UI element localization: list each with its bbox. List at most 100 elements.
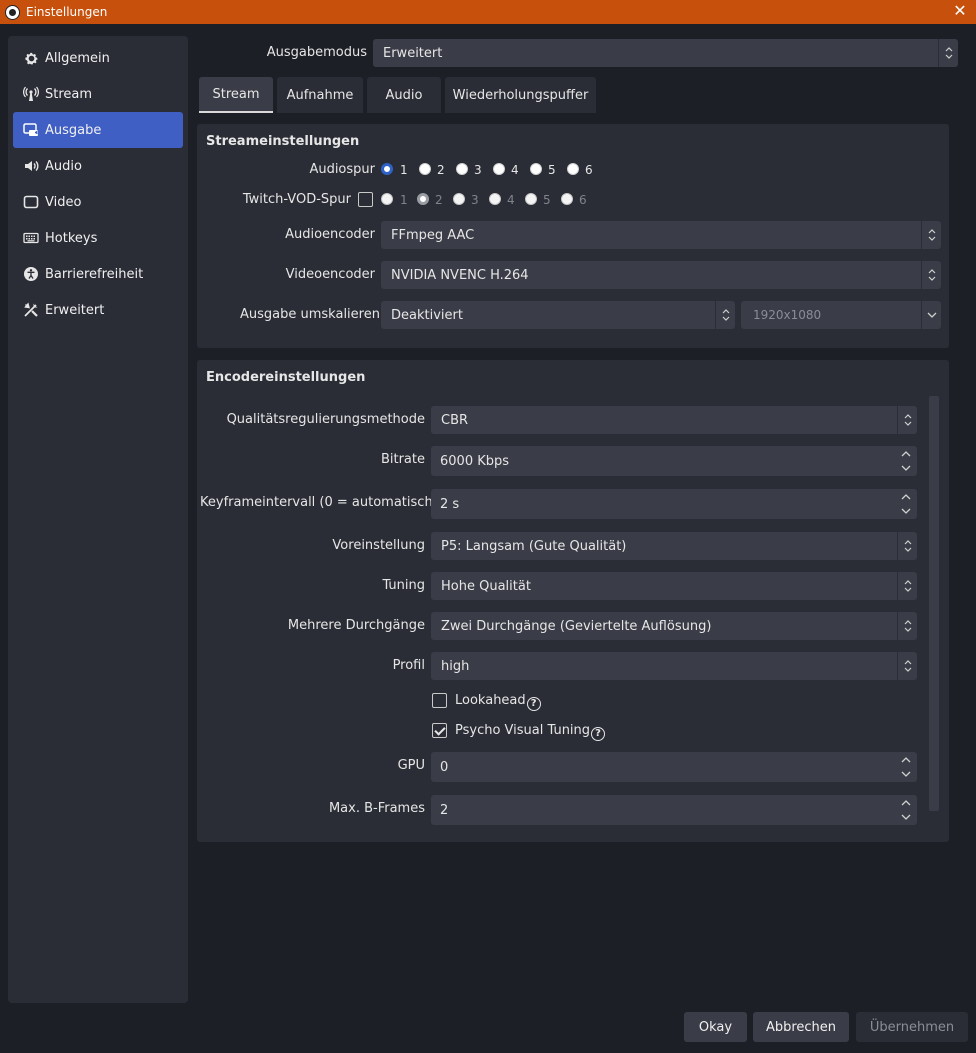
keyframe-spinbox[interactable]: 2 s [431, 489, 917, 519]
sidebar-item-stream[interactable]: Stream [13, 76, 183, 112]
cancel-label: Abbrechen [765, 1019, 837, 1035]
sidebar-item-label: Barrierefreiheit [45, 266, 144, 282]
ok-label: Okay [698, 1019, 733, 1035]
ok-button[interactable]: Okay [684, 1012, 747, 1042]
twitch-vod-radio-1[interactable] [381, 193, 393, 205]
cancel-button[interactable]: Abbrechen [753, 1012, 849, 1042]
rescale-select[interactable]: Deaktiviert [381, 301, 735, 329]
help-icon[interactable]: ? [526, 697, 541, 711]
gpu-spinbox[interactable]: 0 [431, 752, 917, 782]
speaker-icon [23, 158, 39, 174]
encoder-scrollbar[interactable] [929, 396, 939, 811]
updown-chevron-icon [921, 261, 941, 289]
audio-encoder-select[interactable]: FFmpeg AAC [381, 221, 941, 249]
tab-wiederholungspuffer[interactable]: Wiederholungspuffer [445, 77, 596, 113]
group-title: Encodereinstellungen [206, 370, 366, 385]
twitch-vod-label: Twitch-VOD-Spur [242, 192, 351, 207]
window-title: Einstellungen [26, 5, 108, 19]
tuning-value: Hohe Qualität [441, 578, 531, 594]
psycho-visual-checkbox[interactable] [432, 723, 447, 738]
twitch-vod-option: 2 [435, 193, 443, 207]
audio-track-option: 3 [474, 163, 482, 177]
twitch-vod-checkbox[interactable] [358, 192, 373, 207]
twitch-vod-radio-5[interactable] [525, 193, 537, 205]
rate-control-select[interactable]: CBR [431, 406, 917, 434]
twitch-vod-radio-3[interactable] [453, 193, 465, 205]
updown-chevron-icon [938, 39, 958, 67]
profile-label: Profil [392, 658, 425, 673]
antenna-icon [23, 86, 39, 102]
twitch-vod-radio-2[interactable] [417, 193, 429, 205]
tab-label: Stream [212, 86, 260, 102]
multipass-select[interactable]: Zwei Durchgänge (Geviertelte Auflösung) [431, 612, 917, 640]
rate-control-value: CBR [441, 412, 469, 428]
video-encoder-value: NVIDIA NVENC H.264 [391, 267, 529, 283]
gear-icon [23, 50, 39, 66]
sidebar-item-erweitert[interactable]: Erweitert [13, 292, 183, 328]
tab-audio[interactable]: Audio [367, 77, 441, 113]
apply-button[interactable]: Übernehmen [856, 1012, 968, 1042]
rescale-resolution-value: 1920x1080 [753, 308, 822, 322]
audio-track-radio-5[interactable] [530, 163, 542, 175]
tab-stream[interactable]: Stream [199, 77, 273, 113]
spin-arrows-icon[interactable] [899, 797, 913, 823]
sidebar-item-label: Audio [45, 158, 82, 174]
tab-aufnahme[interactable]: Aufnahme [277, 77, 363, 113]
spin-arrows-icon[interactable] [899, 448, 913, 474]
rescale-resolution-select[interactable]: 1920x1080 [741, 301, 941, 329]
audio-track-radio-3[interactable] [456, 163, 468, 175]
video-encoder-select[interactable]: NVIDIA NVENC H.264 [381, 261, 941, 289]
audio-track-label: Audiospur [309, 162, 375, 177]
audio-track-radio-4[interactable] [493, 163, 505, 175]
twitch-vod-option: 4 [507, 193, 515, 207]
tuning-label: Tuning [382, 578, 425, 593]
output-tabs: Stream Aufnahme Audio Wiederholungspuffe… [199, 77, 600, 113]
gpu-value: 0 [440, 759, 449, 775]
tuning-select[interactable]: Hohe Qualität [431, 572, 917, 600]
sidebar-item-barrierefreiheit[interactable]: Barrierefreiheit [13, 256, 183, 292]
help-icon[interactable]: ? [591, 727, 606, 741]
bitrate-spinbox[interactable]: 6000 Kbps [431, 446, 917, 476]
spin-arrows-icon[interactable] [899, 491, 913, 517]
audio-track-radio-1[interactable] [381, 163, 393, 175]
sidebar-item-hotkeys[interactable]: Hotkeys [13, 220, 183, 256]
sidebar-item-video[interactable]: Video [13, 184, 183, 220]
preset-value: P5: Langsam (Gute Qualität) [441, 538, 627, 554]
chevron-down-icon [921, 301, 941, 329]
bitrate-label: Bitrate [380, 452, 425, 467]
updown-chevron-icon [897, 652, 917, 680]
profile-select[interactable]: high [431, 652, 917, 680]
tab-label: Audio [385, 87, 423, 103]
audio-encoder-value: FFmpeg AAC [391, 227, 475, 243]
twitch-vod-radio-4[interactable] [489, 193, 501, 205]
sidebar-item-audio[interactable]: Audio [13, 148, 183, 184]
updown-chevron-icon [897, 572, 917, 600]
audio-track-radio-2[interactable] [419, 163, 431, 175]
twitch-vod-option: 3 [471, 193, 479, 207]
twitch-vod-option: 6 [579, 193, 587, 207]
output-mode-select[interactable]: Erweitert [373, 39, 958, 67]
lookahead-checkbox[interactable] [432, 693, 447, 708]
audio-track-radio-6[interactable] [567, 163, 579, 175]
title-bar: Einstellungen ✕ [0, 0, 976, 24]
psycho-visual-text: Psycho Visual Tuning [455, 723, 591, 738]
sidebar-item-label: Stream [45, 86, 93, 102]
output-mode-label: Ausgabemodus [266, 45, 367, 60]
preset-label: Voreinstellung [332, 538, 425, 553]
video-encoder-label: Videoencoder [285, 267, 375, 282]
audio-encoder-label: Audioencoder [285, 227, 375, 242]
sidebar-item-ausgabe[interactable]: Ausgabe [13, 112, 183, 148]
apply-label: Übernehmen [869, 1019, 955, 1035]
sidebar-item-allgemein[interactable]: Allgemein [13, 40, 183, 76]
bframes-spinbox[interactable]: 2 [431, 795, 917, 825]
spin-arrows-icon[interactable] [899, 754, 913, 780]
profile-value: high [441, 658, 470, 674]
sidebar-item-label: Ausgabe [45, 122, 102, 138]
twitch-vod-option: 1 [400, 193, 408, 207]
tab-label: Aufnahme [286, 87, 354, 103]
audio-track-option: 6 [585, 163, 593, 177]
accessibility-icon [23, 266, 39, 282]
close-icon[interactable]: ✕ [952, 2, 968, 20]
preset-select[interactable]: P5: Langsam (Gute Qualität) [431, 532, 917, 560]
twitch-vod-radio-6[interactable] [561, 193, 573, 205]
